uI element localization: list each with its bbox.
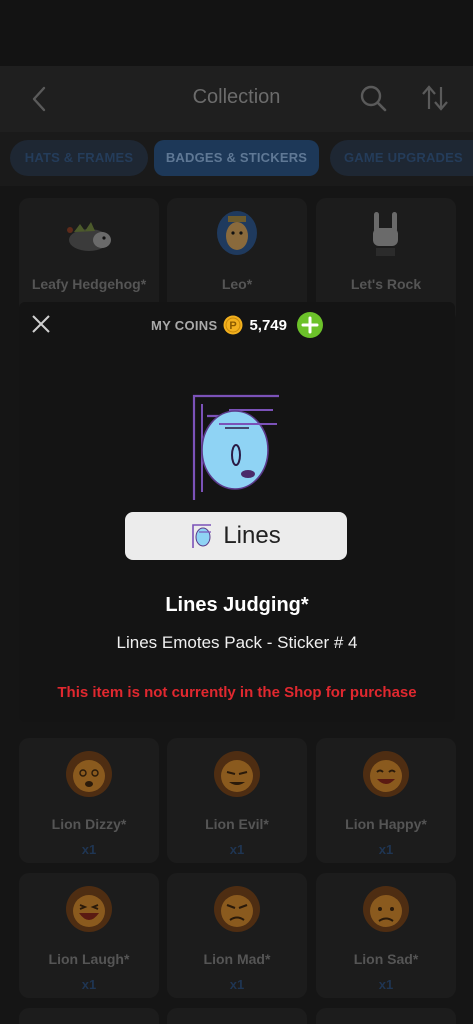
coins-label: MY COINS <box>151 317 218 333</box>
lion-happy-sticker-icon <box>363 751 409 797</box>
lion-dizzy-sticker-icon <box>66 751 112 797</box>
item-subtitle: Lines Emotes Pack - Sticker # 4 <box>116 633 358 652</box>
rock-hand-sticker-icon <box>373 212 398 256</box>
lion-mad-sticker-icon <box>214 886 260 932</box>
sort-icon <box>422 85 448 111</box>
card-name: Lion Mad* <box>203 951 271 967</box>
coin-balance: MY COINS P 5,749 <box>19 312 455 338</box>
lion-laugh-sticker-icon <box>66 886 112 932</box>
lion-evil-sticker-icon <box>214 751 260 797</box>
collection-card[interactable]: Lion Sad* x1 <box>316 873 456 998</box>
category-tabs: HATS & FRAMES BADGES & STICKERS GAME UPG… <box>0 132 473 186</box>
card-name: Let's Rock <box>350 276 422 292</box>
card-quantity: x1 <box>81 977 97 992</box>
collection-card[interactable]: Lion Mad* x1 <box>167 873 307 998</box>
status-bar <box>0 0 473 66</box>
hedgehog-sticker-icon <box>67 222 111 251</box>
tab-badges-stickers[interactable]: BADGES & STICKERS <box>154 140 319 176</box>
card-quantity: x1 <box>81 842 97 857</box>
collection-card[interactable] <box>167 1008 307 1024</box>
card-quantity: x1 <box>378 977 394 992</box>
card-name: Lion Dizzy* <box>51 816 127 832</box>
collection-card[interactable] <box>316 1008 456 1024</box>
card-quantity: x1 <box>229 977 245 992</box>
collection-card[interactable] <box>19 1008 159 1024</box>
tab-hats-frames[interactable]: HATS & FRAMES <box>10 140 148 176</box>
item-detail-modal: MY COINS P 5,749 Lines Lines Judging* Li… <box>19 302 455 722</box>
card-name: Leafy Hedgehog* <box>31 276 147 292</box>
card-quantity: x1 <box>229 842 245 857</box>
sticker-pack-plate: Lines <box>125 512 347 560</box>
collection-card[interactable]: Lion Laugh* x1 <box>19 873 159 998</box>
search-icon <box>360 85 387 112</box>
top-bar: Collection <box>0 66 473 132</box>
coins-value: 5,749 <box>249 316 287 334</box>
collection-card[interactable]: Lion Happy* x1 <box>316 738 456 863</box>
lines-judging-sticker-icon <box>192 394 279 500</box>
sticker-pack-name: Lines <box>223 522 281 549</box>
card-name: Lion Evil* <box>205 816 269 832</box>
lion-zodiac-sticker-icon <box>217 211 257 255</box>
page-title: Collection <box>192 86 281 108</box>
collection-card[interactable]: Lion Evil* x1 <box>167 738 307 863</box>
coin-icon: P <box>223 315 243 335</box>
lion-sad-sticker-icon <box>363 886 409 932</box>
lines-pack-icon <box>192 524 212 548</box>
search-button[interactable] <box>358 83 388 113</box>
card-quantity: x1 <box>378 842 394 857</box>
item-title: Lines Judging* <box>165 594 309 616</box>
collection-card[interactable]: Lion Dizzy* x1 <box>19 738 159 863</box>
card-name: Leo* <box>221 276 253 292</box>
add-coins-button[interactable] <box>297 312 323 338</box>
sort-button[interactable] <box>420 83 450 113</box>
unavailable-warning: This item is not currently in the Shop f… <box>57 684 417 701</box>
card-name: Lion Sad* <box>353 951 419 967</box>
tab-game-upgrades[interactable]: GAME UPGRADES <box>330 140 473 176</box>
card-name: Lion Happy* <box>345 816 427 832</box>
card-name: Lion Laugh* <box>48 951 130 967</box>
svg-text:P: P <box>230 320 237 332</box>
